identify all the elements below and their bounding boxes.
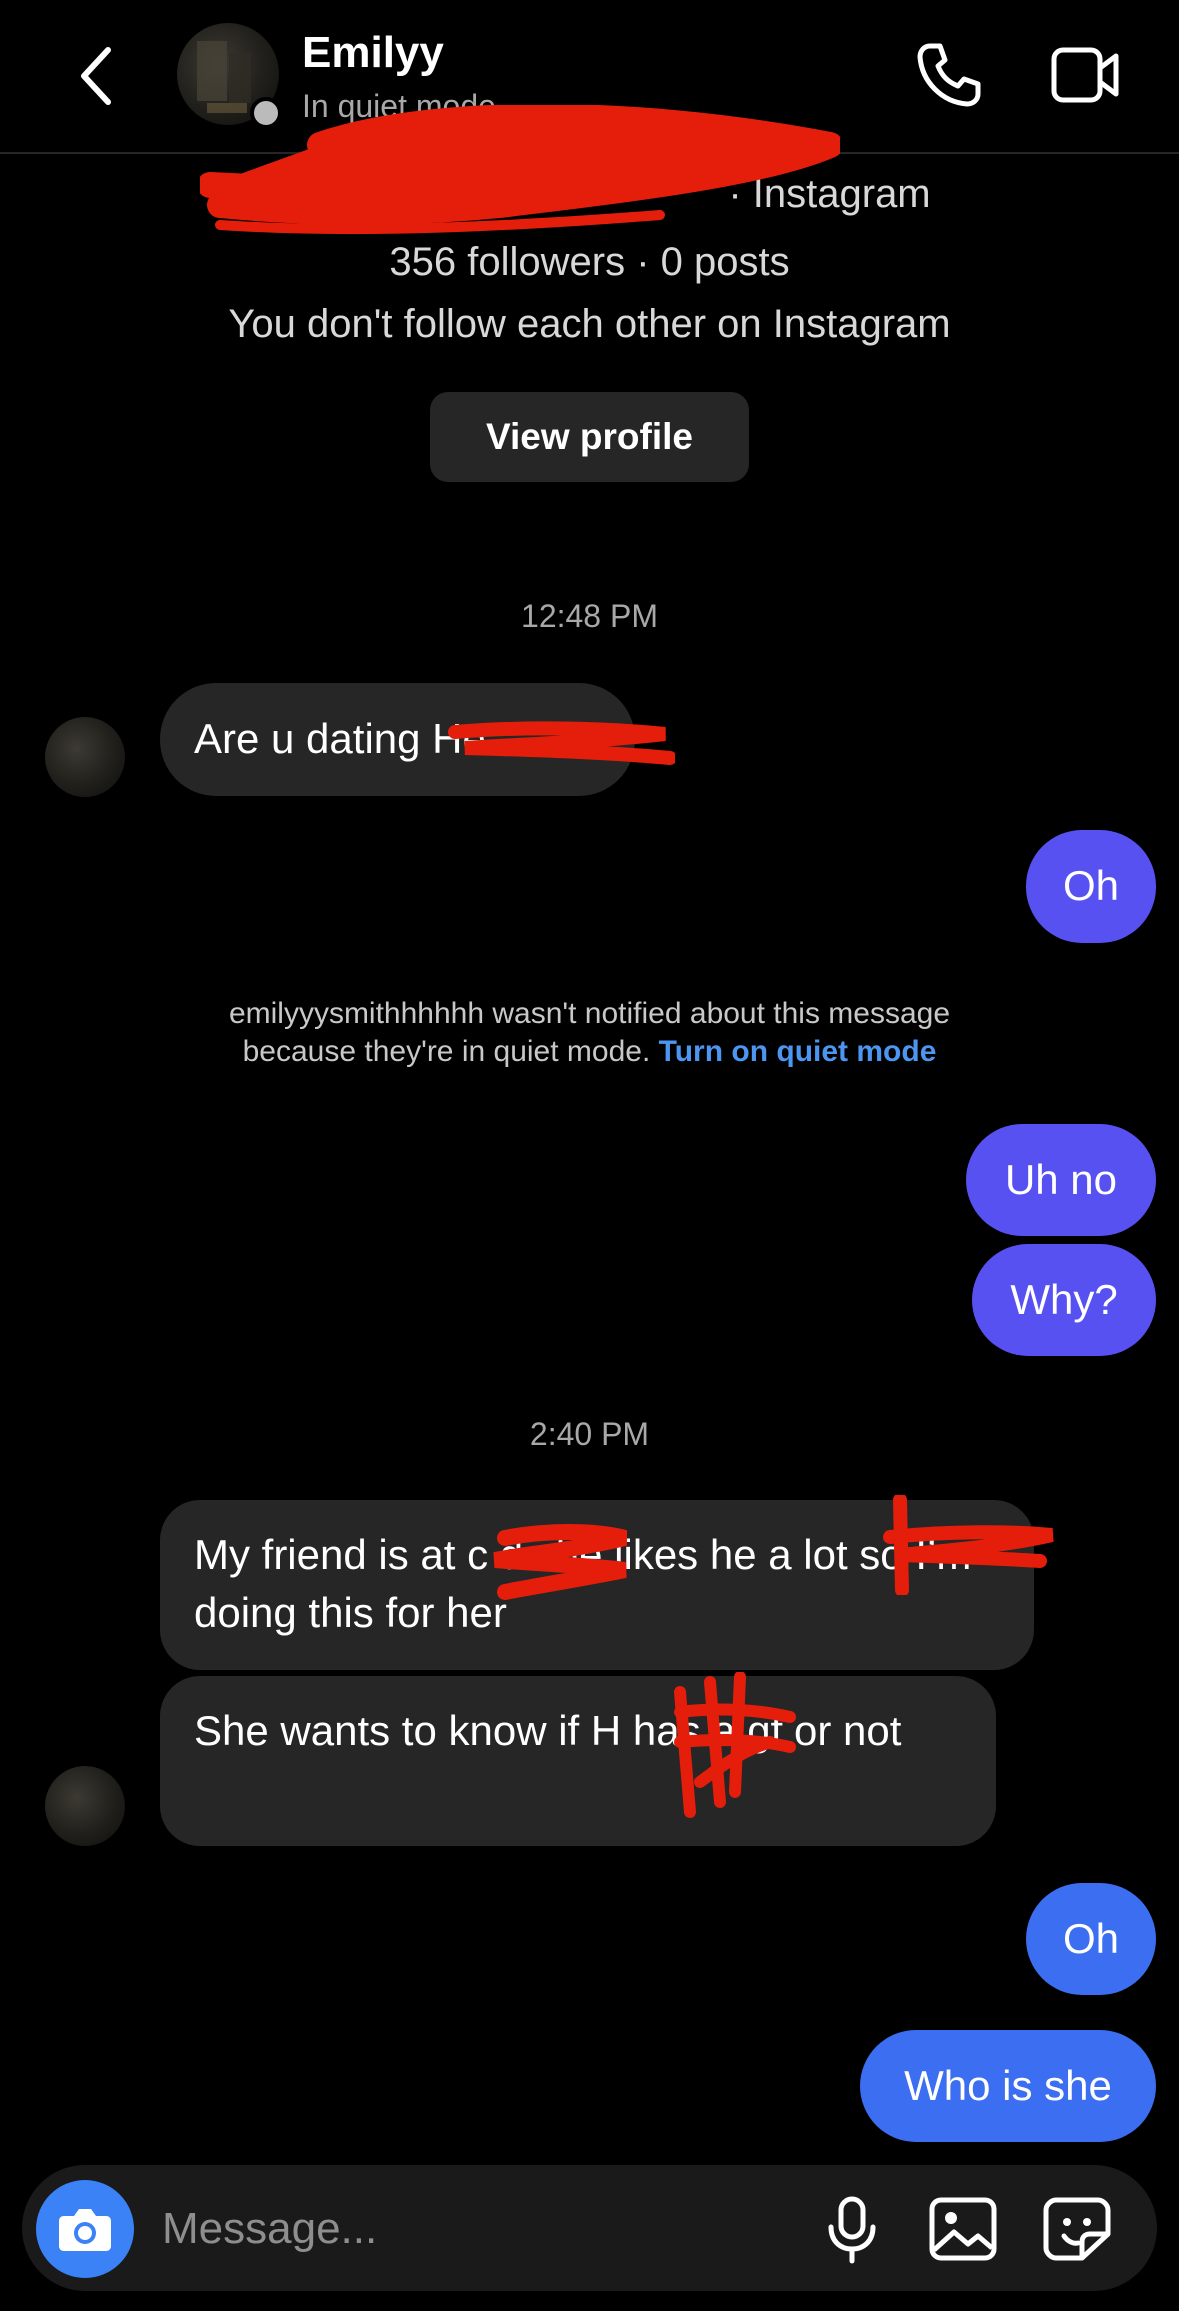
- outgoing-message[interactable]: Who is she: [860, 2030, 1156, 2142]
- message-text: Oh: [1062, 1915, 1120, 1962]
- call-button[interactable]: [912, 38, 984, 110]
- outgoing-message[interactable]: Oh: [1026, 1883, 1156, 1995]
- redaction-scribble: [883, 1495, 1054, 1595]
- timestamp: 12:48 PM: [521, 598, 658, 634]
- microphone-icon: [828, 2196, 876, 2264]
- sticker-icon: [1043, 2197, 1111, 2261]
- contact-name[interactable]: Emilyy: [302, 28, 444, 78]
- view-profile-button[interactable]: View profile: [430, 392, 749, 482]
- video-call-button[interactable]: [1050, 44, 1122, 106]
- gallery-button[interactable]: [928, 2196, 998, 2262]
- sticker-button[interactable]: [1042, 2196, 1112, 2262]
- sender-avatar[interactable]: [45, 1766, 125, 1846]
- voice-message-button[interactable]: [822, 2195, 882, 2265]
- redaction-scribble: [200, 105, 840, 235]
- redaction-scribble: [493, 1524, 628, 1600]
- phone-icon: [917, 43, 981, 107]
- message-text: Who is she: [904, 2062, 1112, 2109]
- chevron-left-icon: [81, 47, 111, 105]
- timestamp: 2:40 PM: [529, 1416, 650, 1452]
- camera-icon: [59, 2209, 111, 2251]
- redaction-scribble: [448, 721, 675, 765]
- redaction-scribble: [674, 1672, 796, 1818]
- outgoing-message[interactable]: Oh: [1026, 830, 1156, 943]
- video-camera-icon: [1051, 47, 1119, 103]
- outgoing-message[interactable]: Uh no: [966, 1124, 1156, 1236]
- message-text: Why?: [1010, 1276, 1118, 1323]
- message-text: Are u dating He: [194, 715, 486, 762]
- message-text: Oh: [1062, 862, 1120, 909]
- message-text: Uh no: [1004, 1156, 1118, 1203]
- turn-on-quiet-mode-link[interactable]: Turn on quiet mode: [659, 1035, 937, 1068]
- quiet-mode-notice: emilyyysmithhhhhh wasn't notified about …: [0, 995, 1179, 1071]
- notice-line: because they're in quiet mode.: [242, 1035, 651, 1068]
- message-input[interactable]: [160, 2196, 764, 2262]
- sender-avatar[interactable]: [45, 717, 125, 797]
- follow-status: You don't follow each other on Instagram: [228, 302, 951, 346]
- notice-line: emilyyysmithhhhhh wasn't notified about …: [228, 997, 951, 1030]
- outgoing-message[interactable]: Why?: [972, 1244, 1156, 1356]
- back-button[interactable]: [70, 40, 130, 112]
- image-icon: [929, 2197, 997, 2261]
- profile-stats: 356 followers · 0 posts: [389, 240, 790, 284]
- incoming-message[interactable]: She wants to know if H has a gf or not: [160, 1676, 996, 1846]
- camera-button[interactable]: [36, 2180, 134, 2278]
